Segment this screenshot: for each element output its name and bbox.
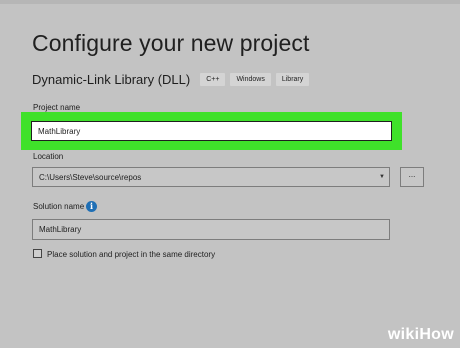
tag-project-type: Library	[275, 73, 310, 86]
browse-button[interactable]: ...	[400, 167, 424, 187]
window-top-bar	[0, 0, 460, 4]
tag-platform: Windows	[230, 73, 271, 86]
location-value: C:\Users\Steve\source\repos	[39, 172, 142, 182]
page-title: Configure your new project	[32, 30, 310, 56]
same-directory-checkbox[interactable]	[33, 249, 42, 258]
project-name-label: Project name	[33, 103, 81, 112]
project-name-input[interactable]: MathLibrary	[31, 121, 392, 141]
solution-name-label: Solution name	[33, 202, 85, 211]
tag-language: C++	[200, 73, 226, 86]
location-dropdown[interactable]: C:\Users\Steve\source\repos ▼	[32, 167, 390, 187]
info-icon[interactable]: i	[86, 201, 97, 212]
chevron-down-icon[interactable]: ▼	[379, 174, 385, 180]
template-name: Dynamic-Link Library (DLL)	[32, 72, 191, 87]
template-summary: Dynamic-Link Library (DLL) C++ Windows L…	[32, 72, 314, 87]
location-label: Location	[33, 152, 64, 161]
solution-name-value: MathLibrary	[39, 225, 82, 234]
wikihow-watermark: wikiHow	[387, 326, 454, 343]
project-name-highlight: MathLibrary	[21, 112, 402, 150]
solution-name-input[interactable]: MathLibrary	[32, 219, 390, 240]
same-directory-label[interactable]: Place solution and project in the same d…	[47, 250, 215, 259]
